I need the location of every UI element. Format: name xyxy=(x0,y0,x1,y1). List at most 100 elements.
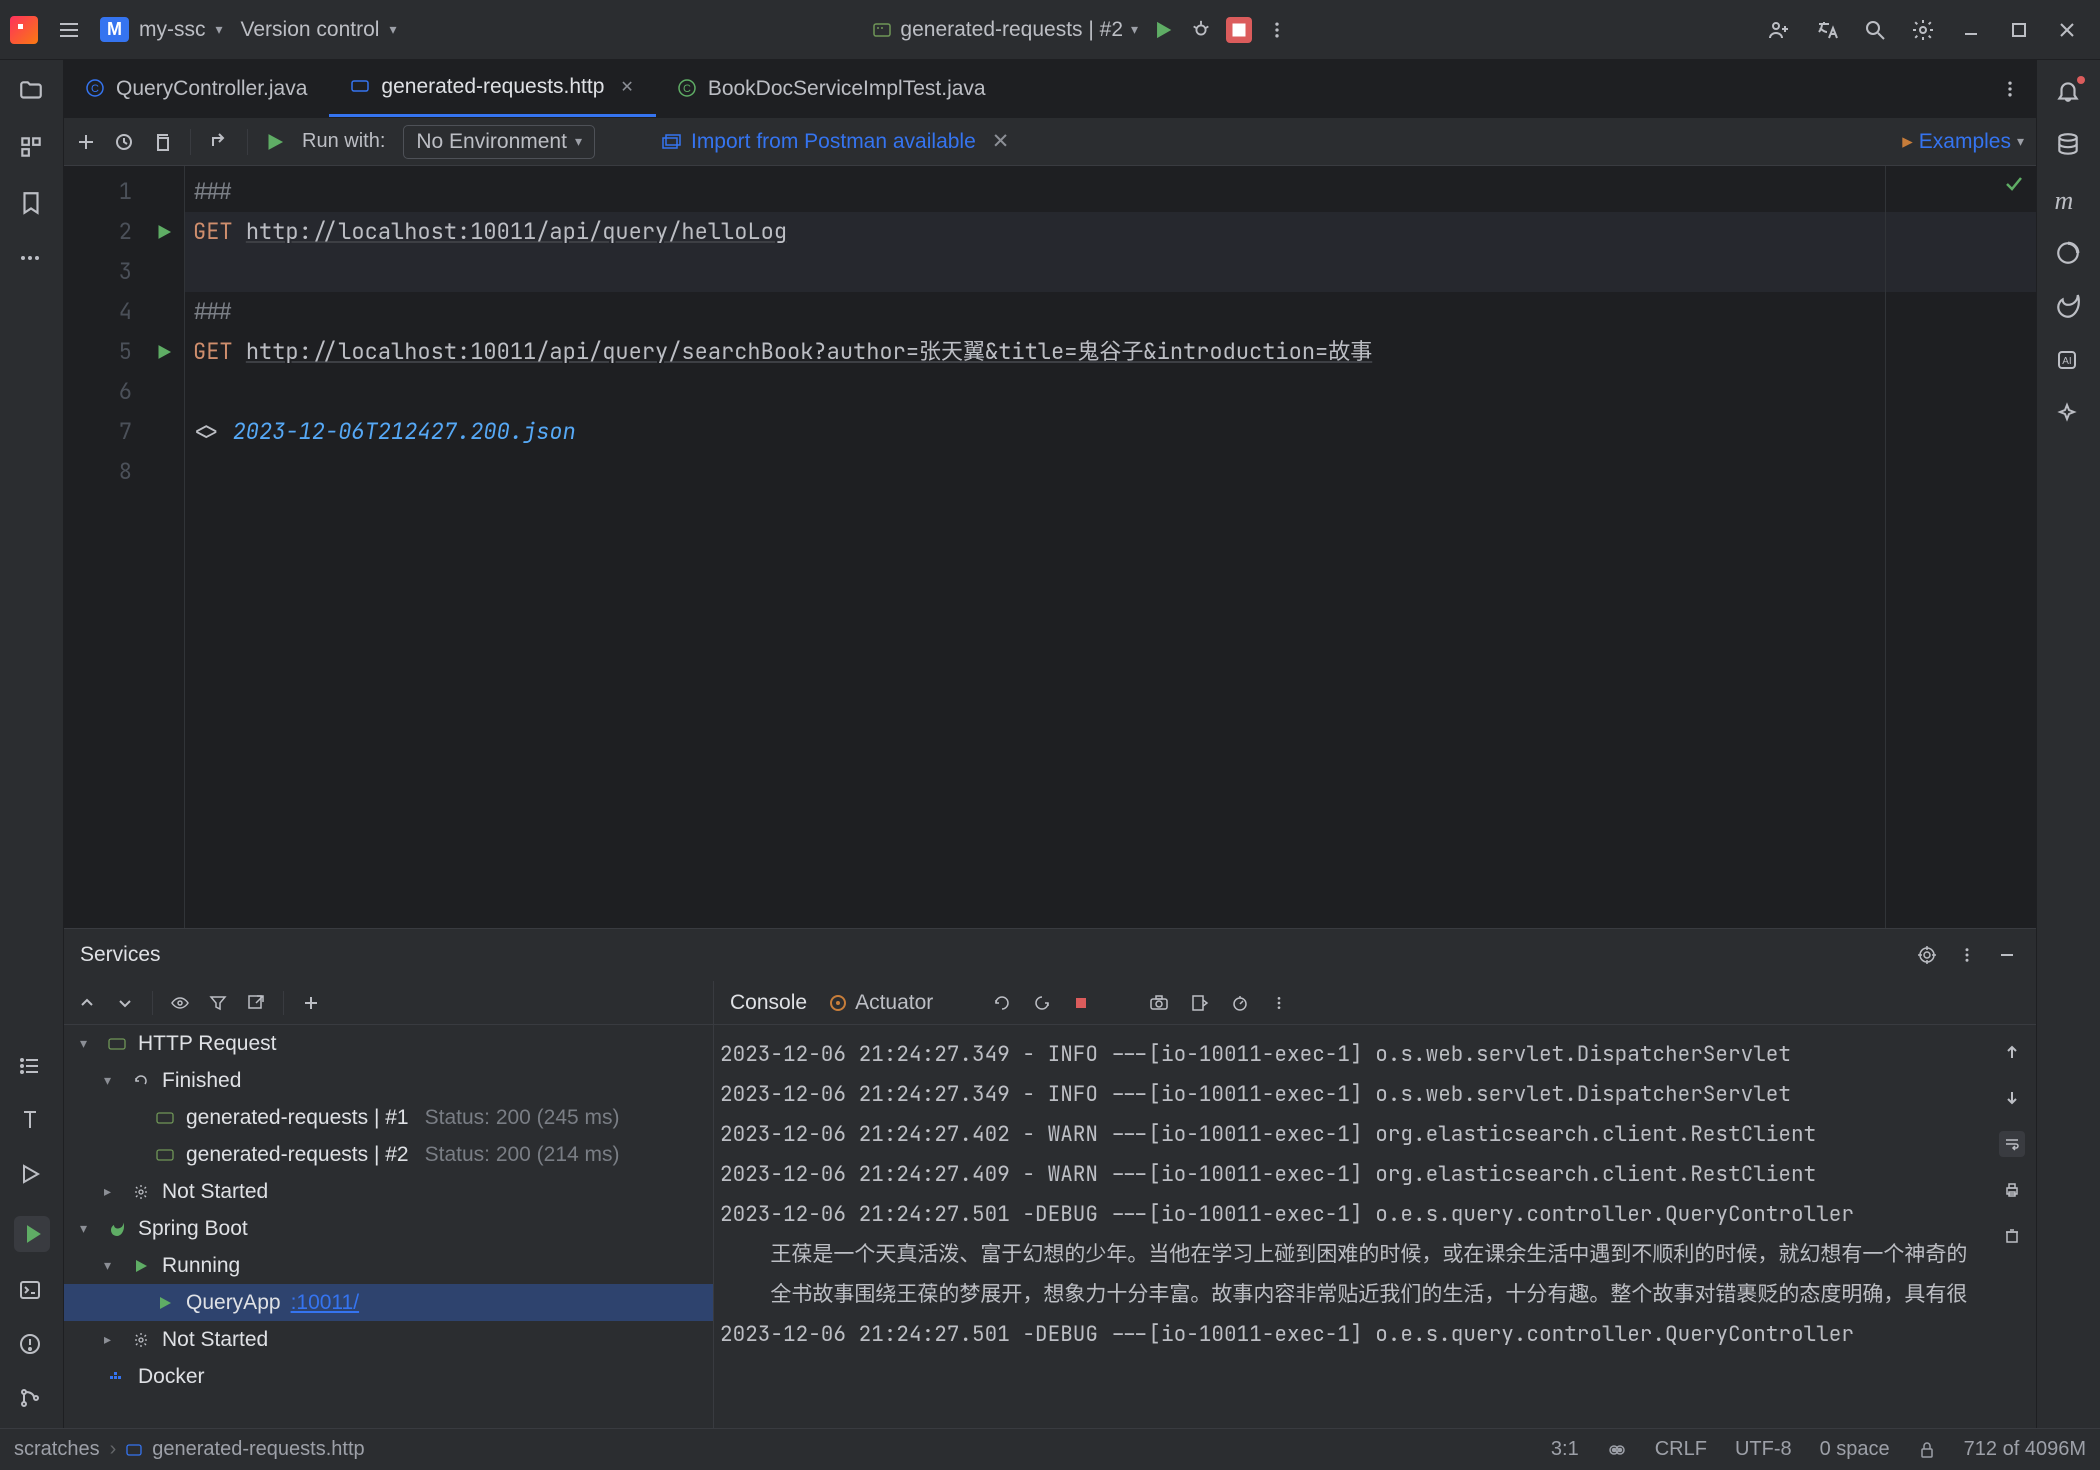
java-file-icon: C xyxy=(678,79,698,99)
copy-icon[interactable] xyxy=(152,132,172,152)
tree-row[interactable]: ▾Running xyxy=(64,1247,713,1284)
scroll-down-icon[interactable] xyxy=(1999,1085,2025,1111)
hide-panel-icon[interactable] xyxy=(1994,942,2020,968)
left-tool-strip xyxy=(0,60,64,1428)
stop-console-icon[interactable] xyxy=(1073,995,1089,1011)
rerun-icon[interactable] xyxy=(993,994,1011,1012)
debug-button[interactable] xyxy=(1188,17,1214,43)
clear-icon[interactable] xyxy=(1999,1223,2025,1249)
notifications-icon[interactable] xyxy=(2055,78,2083,106)
indent-info[interactable]: 0 space xyxy=(1820,1438,1890,1461)
services-tree[interactable]: ▾HTTP Request▾Finishedgenerated-requests… xyxy=(64,1025,713,1428)
bookmark-tool-icon[interactable] xyxy=(18,190,46,218)
actuator-tab[interactable]: Actuator xyxy=(829,991,933,1015)
console-side-toolbar xyxy=(1988,1025,2036,1428)
target-icon[interactable] xyxy=(1914,942,1940,968)
scroll-up-icon[interactable] xyxy=(1999,1039,2025,1065)
close-icon[interactable] xyxy=(2054,17,2080,43)
print-icon[interactable] xyxy=(1999,1177,2025,1203)
profiler-icon[interactable] xyxy=(1231,994,1249,1012)
svg-text:C: C xyxy=(683,83,691,95)
run-all-icon[interactable] xyxy=(266,133,284,151)
console-tab[interactable]: Console xyxy=(730,991,807,1015)
assistant-icon[interactable] xyxy=(2055,402,2083,430)
inspections-ok-icon[interactable] xyxy=(2004,174,2024,194)
add-request-icon[interactable] xyxy=(76,132,96,152)
console-more-icon[interactable] xyxy=(1271,995,1287,1011)
tree-row[interactable]: ▸Not Started xyxy=(64,1321,713,1358)
maven-icon[interactable]: m xyxy=(2055,186,2083,214)
memory-indicator[interactable]: 712 of 4096M xyxy=(1964,1438,2086,1461)
collapse-up-icon[interactable] xyxy=(76,992,98,1014)
tree-row[interactable]: ▾Finished xyxy=(64,1062,713,1099)
project-selector[interactable]: M my-ssc ▾ xyxy=(100,17,223,42)
line-separator[interactable]: CRLF xyxy=(1655,1438,1707,1461)
maximize-icon[interactable] xyxy=(2006,17,2032,43)
spring-icon[interactable] xyxy=(2055,294,2083,322)
problems-tool-icon[interactable] xyxy=(18,1332,46,1360)
services-tool-icon[interactable] xyxy=(14,1216,50,1252)
console-output[interactable]: 2023-12-06 21:24:27.349 - INFO ---[io-10… xyxy=(714,1025,1988,1428)
more-tool-icon[interactable] xyxy=(18,246,46,274)
cursor-position[interactable]: 3:1 xyxy=(1551,1438,1579,1461)
run-config-selector[interactable]: generated-requests | #2 ▾ xyxy=(872,18,1138,42)
run-tool-icon[interactable] xyxy=(18,1162,46,1190)
tab-bookdocservice[interactable]: C BookDocServiceImplTest.java xyxy=(656,60,1008,117)
translate-icon[interactable] xyxy=(1814,17,1840,43)
file-encoding[interactable]: UTF-8 xyxy=(1735,1438,1792,1461)
editor-area[interactable]: 12345678 ###GET http://localhost:10011/a… xyxy=(64,166,2036,928)
tree-row[interactable]: QueryApp :10011/ xyxy=(64,1284,713,1321)
minimize-icon[interactable] xyxy=(1958,17,1984,43)
tree-row[interactable]: ▾Spring Boot xyxy=(64,1210,713,1247)
postman-import-link[interactable]: Import from Postman available ✕ xyxy=(661,129,1009,154)
run-line-marker[interactable] xyxy=(144,332,184,372)
tab-generated-requests[interactable]: generated-requests.http ✕ xyxy=(329,60,655,117)
structure-tool-icon[interactable] xyxy=(18,134,46,162)
close-tab-icon[interactable]: ✕ xyxy=(620,77,633,97)
filter-icon[interactable] xyxy=(207,992,229,1014)
database-icon[interactable] xyxy=(2055,132,2083,160)
vcs-menu[interactable]: Version control ▾ xyxy=(241,18,397,42)
coverage-icon[interactable] xyxy=(2055,240,2083,268)
soft-wrap-icon[interactable] xyxy=(1999,1131,2025,1157)
tab-querycontroller[interactable]: C QueryController.java xyxy=(64,60,329,117)
search-icon[interactable] xyxy=(1862,17,1888,43)
main-menu-icon[interactable] xyxy=(56,17,82,43)
tree-row[interactable]: Docker xyxy=(64,1358,713,1395)
settings-icon[interactable] xyxy=(1910,17,1936,43)
readonly-lock-icon[interactable] xyxy=(1918,1441,1936,1459)
code-content[interactable]: ###GET http://localhost:10011/api/query/… xyxy=(184,166,2036,928)
tree-row[interactable]: ▸Not Started xyxy=(64,1173,713,1210)
stop-button[interactable] xyxy=(1226,17,1252,43)
project-tool-icon[interactable] xyxy=(18,78,46,106)
text-tool-icon[interactable] xyxy=(18,1108,46,1136)
tree-row[interactable]: ▾HTTP Request xyxy=(64,1025,713,1062)
rerun2-icon[interactable] xyxy=(1033,994,1051,1012)
camera-icon[interactable] xyxy=(1149,993,1169,1013)
add-service-icon[interactable] xyxy=(300,992,322,1014)
run-line-marker[interactable] xyxy=(144,212,184,252)
redirect-icon[interactable] xyxy=(209,132,229,152)
run-button[interactable] xyxy=(1150,17,1176,43)
more-actions-icon[interactable] xyxy=(1264,17,1290,43)
panel-options-icon[interactable] xyxy=(1954,942,1980,968)
list-tool-icon[interactable] xyxy=(18,1054,46,1082)
tree-row[interactable]: generated-requests | #2Status: 200 (214 … xyxy=(64,1136,713,1173)
terminal-tool-icon[interactable] xyxy=(18,1278,46,1306)
environment-selector[interactable]: No Environment ▾ xyxy=(403,125,595,159)
tree-row[interactable]: generated-requests | #1Status: 200 (245 … xyxy=(64,1099,713,1136)
examples-dropdown[interactable]: ▸Examples▾ xyxy=(1902,129,2024,154)
tab-menu-icon[interactable] xyxy=(1984,60,2036,117)
breadcrumb[interactable]: scratches › generated-requests.http xyxy=(14,1438,365,1461)
copilot-icon[interactable] xyxy=(1607,1440,1627,1460)
history-icon[interactable] xyxy=(114,132,134,152)
exit-icon[interactable] xyxy=(1191,994,1209,1012)
vcs-tool-icon[interactable] xyxy=(18,1386,46,1414)
ai-icon[interactable]: AI xyxy=(2055,348,2083,376)
show-icon[interactable] xyxy=(169,992,191,1014)
editor-tabs: C QueryController.java generated-request… xyxy=(64,60,2036,118)
expand-down-icon[interactable] xyxy=(114,992,136,1014)
code-with-me-icon[interactable] xyxy=(1766,17,1792,43)
dismiss-hint-icon[interactable]: ✕ xyxy=(992,129,1010,154)
show-in-new-icon[interactable] xyxy=(245,992,267,1014)
